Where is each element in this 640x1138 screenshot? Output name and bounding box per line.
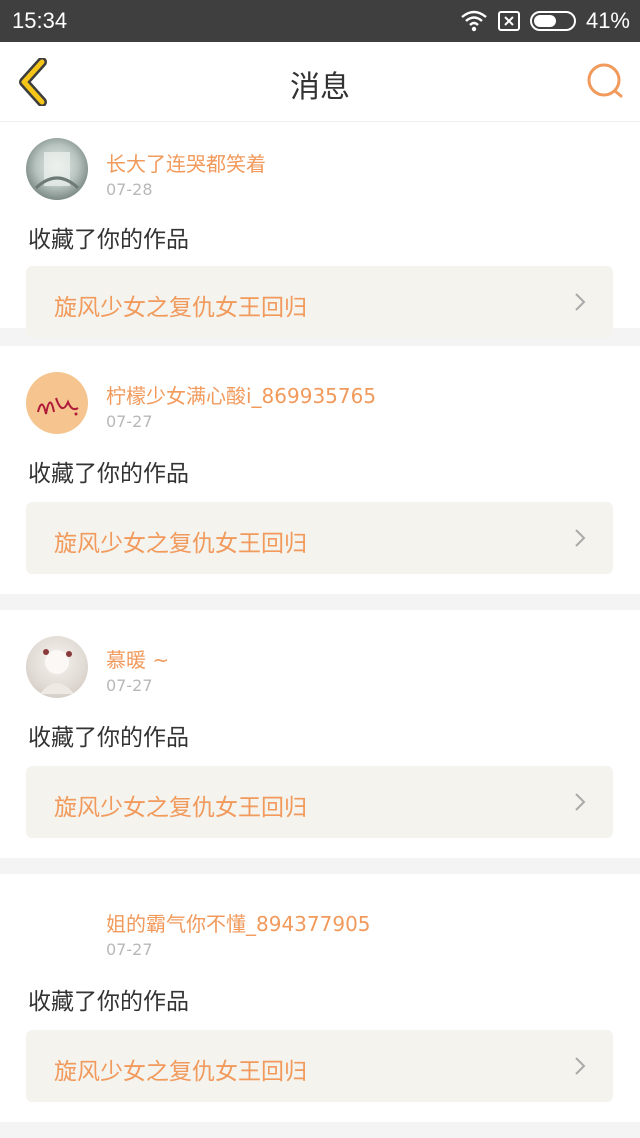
chevron-right-icon [575, 793, 586, 811]
work-title: 旋风少女之复仇女王回归 [54, 295, 307, 321]
message-date: 07-27 [106, 412, 153, 431]
chevron-right-icon [575, 529, 586, 547]
search-button[interactable] [586, 62, 624, 100]
avatar[interactable] [26, 138, 88, 200]
username[interactable]: 姐的霸气你不懂_894377905 [106, 908, 371, 937]
action-text: 收藏了你的作品 [28, 227, 189, 253]
work-link[interactable]: 旋风少女之复仇女王回归 [26, 1030, 613, 1102]
work-link[interactable]: 旋风少女之复仇女王回归 [26, 766, 613, 838]
status-bar: 15:34 41% [0, 0, 640, 42]
chevron-right-icon [575, 1057, 586, 1075]
work-link[interactable]: 旋风少女之复仇女王回归 [26, 266, 613, 338]
action-text: 收藏了你的作品 [28, 989, 189, 1015]
work-title: 旋风少女之复仇女王回归 [54, 531, 307, 557]
message-card: 长大了连哭都笑着 07-28 收藏了你的作品 旋风少女之复仇女王回归 [0, 122, 640, 338]
action-text: 收藏了你的作品 [28, 725, 189, 751]
status-time: 15:34 [12, 8, 68, 33]
message-date: 07-27 [106, 676, 153, 695]
page-title: 消息 [290, 70, 350, 105]
wifi-icon [460, 10, 488, 32]
nav-bar: 消息 [0, 42, 640, 122]
avatar[interactable] [26, 372, 88, 434]
work-link[interactable]: 旋风少女之复仇女王回归 [26, 502, 613, 574]
action-text: 收藏了你的作品 [28, 461, 189, 487]
work-title: 旋风少女之复仇女王回归 [54, 795, 307, 821]
work-title: 旋风少女之复仇女王回归 [54, 1059, 307, 1085]
username[interactable]: 慕暖 ~ [106, 644, 169, 673]
avatar[interactable] [26, 636, 88, 698]
message-date: 07-28 [106, 180, 153, 199]
chevron-right-icon [575, 293, 586, 311]
status-indicators: 41% [460, 8, 630, 34]
search-icon [587, 63, 623, 98]
message-card: 慕暖 ~ 07-27 收藏了你的作品 旋风少女之复仇女王回归 [0, 610, 640, 858]
username[interactable]: 长大了连哭都笑着 [106, 148, 266, 177]
message-list[interactable]: 长大了连哭都笑着 07-28 收藏了你的作品 旋风少女之复仇女王回归 柠檬少女满… [0, 122, 640, 1138]
message-card: 姐的霸气你不懂_894377905 07-27 收藏了你的作品 旋风少女之复仇女… [0, 874, 640, 1122]
message-date: 07-27 [106, 940, 153, 959]
message-card: 柠檬少女满心酸i_869935765 07-27 收藏了你的作品 旋风少女之复仇… [0, 346, 640, 594]
battery-icon [529, 11, 576, 31]
no-sim-icon [497, 11, 520, 31]
avatar[interactable] [26, 900, 88, 962]
username[interactable]: 柠檬少女满心酸i_869935765 [106, 380, 376, 409]
battery-percent: 41% [585, 8, 630, 33]
